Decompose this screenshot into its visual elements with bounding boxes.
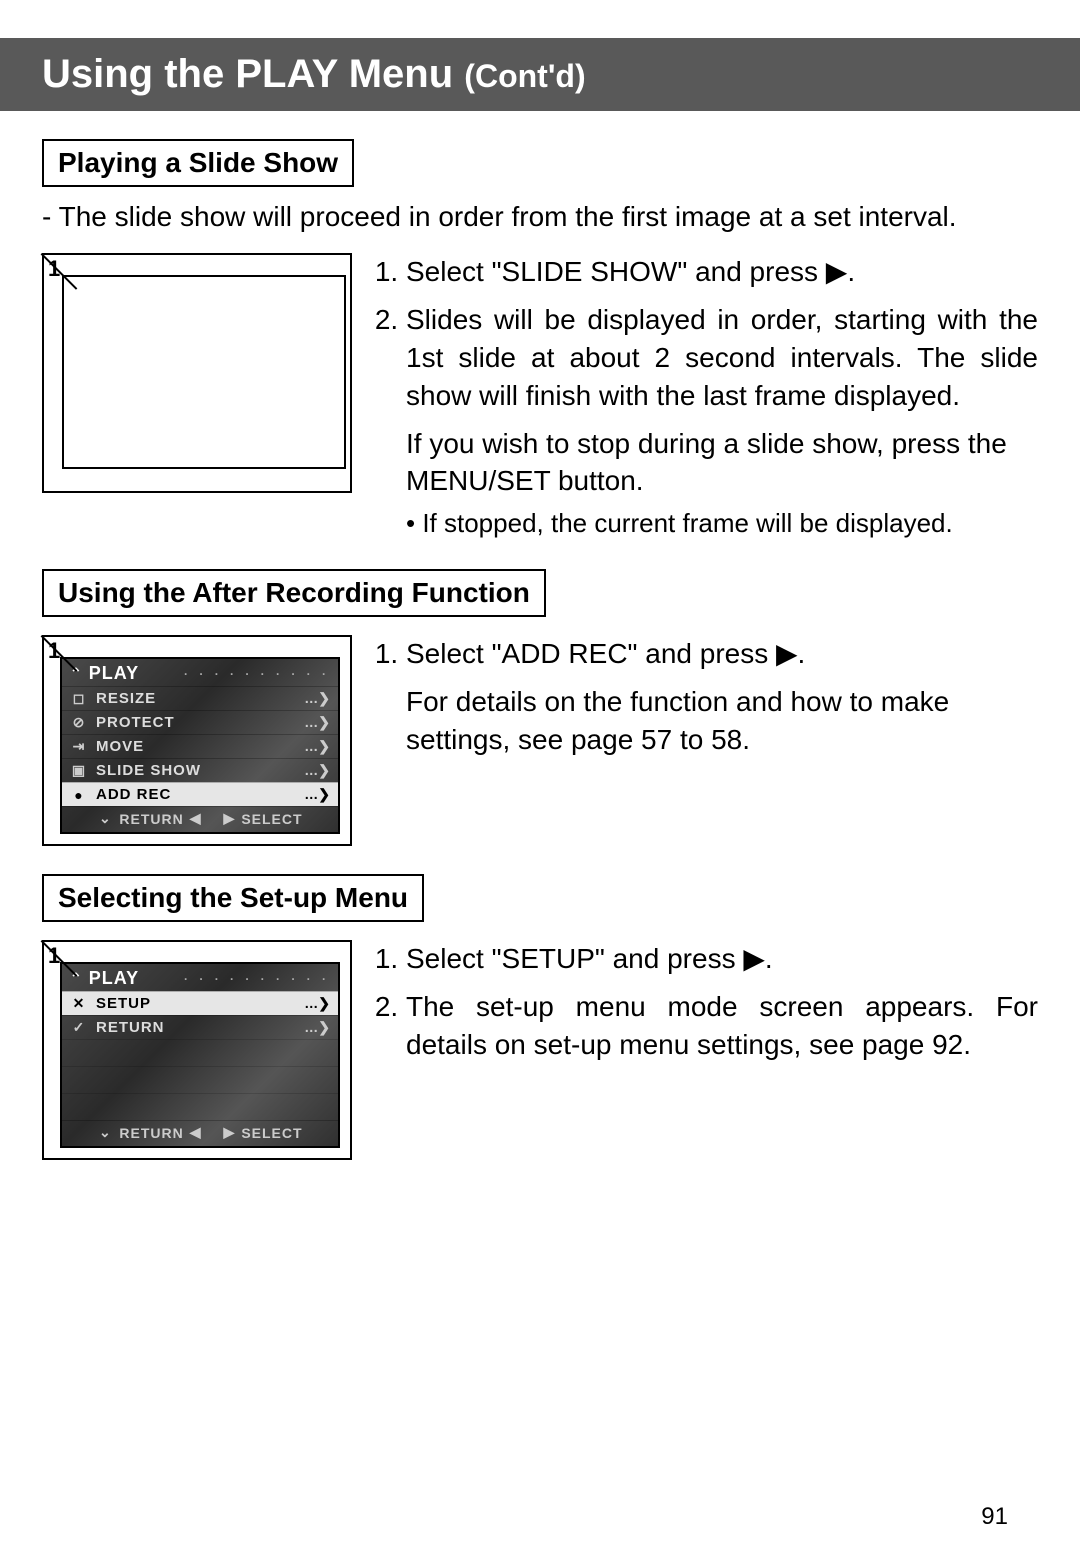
chevron-right-icon: …❯	[304, 1019, 330, 1036]
slideshow-lead: - The slide show will proceed in order f…	[42, 199, 1038, 235]
section-heading-setup: Selecting the Set-up Menu	[42, 874, 424, 922]
section-heading-after-recording: Using the After Recording Function	[42, 569, 546, 617]
addrec-extra: For details on the function and how to m…	[406, 683, 1038, 759]
left-triangle-icon: ◀	[190, 810, 202, 827]
checklist-icon: ✓	[70, 1019, 88, 1036]
figure-label: 1	[48, 638, 60, 664]
move-icon: ⇥	[70, 738, 88, 755]
section-heading-slideshow: Playing a Slide Show	[42, 139, 354, 187]
chevron-right-icon: …❯	[304, 762, 330, 779]
resize-icon: ◻	[70, 690, 88, 707]
footer-return-label: RETURN	[119, 811, 183, 827]
slideshow-step-2: Slides will be displayed in order, start…	[406, 301, 1038, 414]
figure-box-1: 1	[42, 253, 352, 493]
lcd-row-protect: ⊘ PROTECT …❯	[62, 710, 338, 734]
addrec-step-1: Select "ADD REC" and press ▶.	[406, 635, 1038, 673]
slideshow-icon: ▣	[70, 762, 88, 779]
protect-icon: ⊘	[70, 714, 88, 731]
figure-box-2: 1 ⌃ PLAY · · · · · · · · · · ◻ RESIZE …❯	[42, 635, 352, 846]
footer-return-label: RETURN	[119, 1125, 183, 1141]
lcd-row-setup: ✕ SETUP …❯	[62, 991, 338, 1015]
figure-label: 1	[48, 256, 60, 282]
lcd-row-resize: ◻ RESIZE …❯	[62, 686, 338, 710]
left-triangle-icon: ◀	[190, 1124, 202, 1141]
setup-step-2: The set-up menu mode screen appears. For…	[406, 988, 1038, 1064]
dots-decoration: · · · · · · · · · ·	[145, 667, 330, 681]
footer-select-label: SELECT	[241, 1125, 302, 1141]
tools-icon: ✕	[70, 995, 88, 1012]
down-caret-icon: ⌄	[97, 1124, 113, 1141]
chevron-right-icon: …❯	[304, 786, 330, 803]
lcd-screen-play-menu-2: ⌃ PLAY · · · · · · · · · · ✕ SETUP …❯ ✓ …	[60, 962, 340, 1148]
slideshow-extra: If you wish to stop during a slide show,…	[406, 425, 1038, 501]
lcd-screen-play-menu-1: ⌃ PLAY · · · · · · · · · · ◻ RESIZE …❯ ⊘…	[60, 657, 340, 834]
setup-step-1: Select "SETUP" and press ▶.	[406, 940, 1038, 978]
blank-screen-placeholder	[62, 275, 346, 469]
lcd-row-add-rec: ● ADD REC …❯	[62, 782, 338, 806]
page-title-bar: Using the PLAY Menu (Cont'd)	[0, 38, 1080, 111]
down-caret-icon: ⌄	[97, 810, 113, 827]
chevron-right-icon: …❯	[304, 690, 330, 707]
page-title-contd: (Cont'd)	[464, 58, 585, 94]
figure-label: 1	[48, 943, 60, 969]
footer-select-label: SELECT	[241, 811, 302, 827]
lcd-header-label: PLAY	[89, 663, 139, 684]
manual-page: Using the PLAY Menu (Cont'd) Playing a S…	[0, 38, 1080, 1559]
slideshow-step-1: Select "SLIDE SHOW" and press ▶.	[406, 253, 1038, 291]
chevron-right-icon: …❯	[304, 738, 330, 755]
dots-decoration: · · · · · · · · · ·	[145, 972, 330, 986]
page-number: 91	[981, 1503, 1008, 1531]
slideshow-bullet: If stopped, the current frame will be di…	[406, 506, 1038, 541]
lcd-header-label: PLAY	[89, 968, 139, 989]
right-triangle-icon: ▶	[224, 810, 236, 827]
lcd-row-return: ✓ RETURN …❯	[62, 1015, 338, 1039]
figure-box-3: 1 ⌃ PLAY · · · · · · · · · · ✕ SETUP …❯	[42, 940, 352, 1160]
mic-icon: ●	[70, 787, 88, 803]
page-title-main: Using the PLAY Menu	[42, 52, 464, 96]
chevron-right-icon: …❯	[304, 714, 330, 731]
lcd-row-move: ⇥ MOVE …❯	[62, 734, 338, 758]
right-triangle-icon: ▶	[224, 1124, 236, 1141]
chevron-right-icon: …❯	[304, 995, 330, 1012]
lcd-row-slideshow: ▣ SLIDE SHOW …❯	[62, 758, 338, 782]
